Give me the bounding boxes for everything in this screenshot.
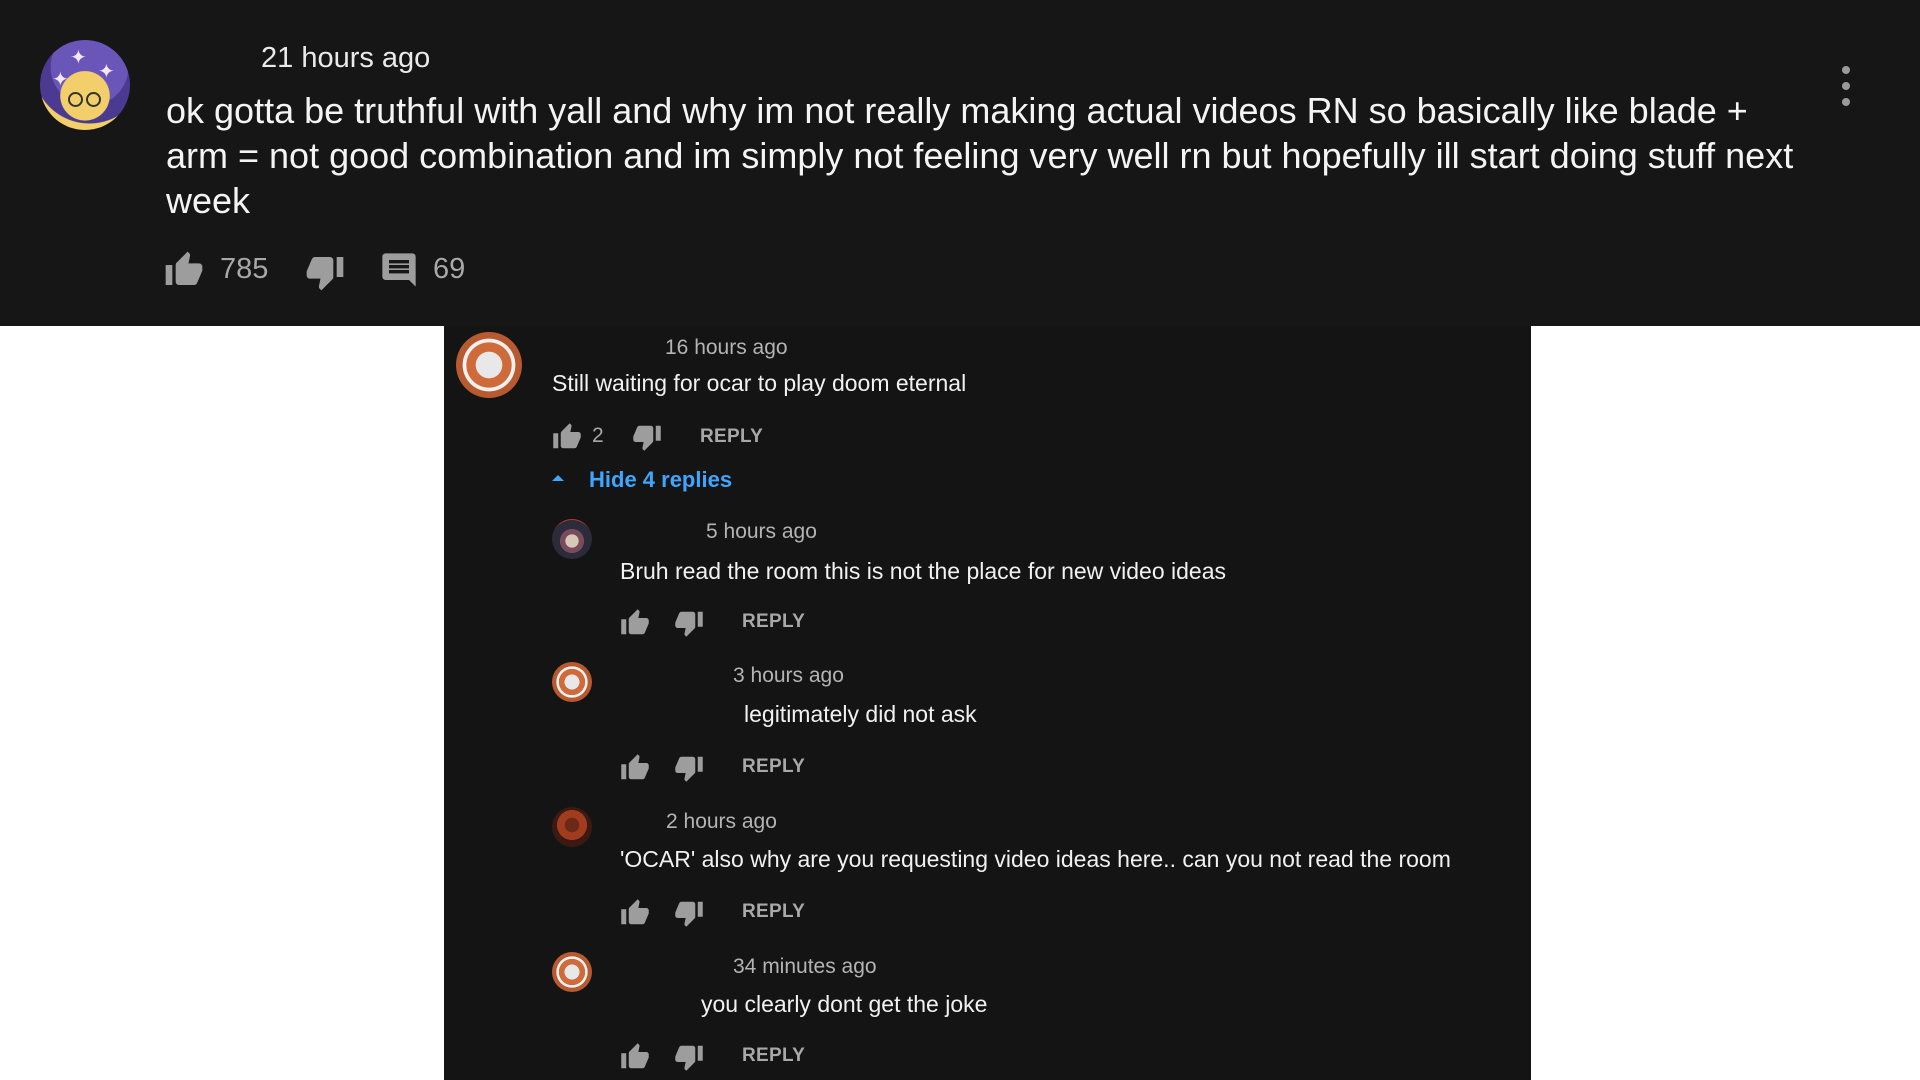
thumbs-up-icon bbox=[621, 1043, 649, 1069]
replies-button[interactable] bbox=[379, 250, 419, 295]
reply-text: legitimately did not ask bbox=[744, 701, 977, 727]
comment-count: 69 bbox=[433, 253, 466, 285]
comment-timestamp[interactable]: 21 hours ago bbox=[261, 42, 430, 75]
reply-text: you clearly dont get the joke bbox=[701, 991, 988, 1017]
like-button[interactable] bbox=[620, 898, 650, 933]
thumbs-down-icon bbox=[675, 611, 703, 637]
reply-button[interactable]: REPLY bbox=[742, 1045, 805, 1067]
avatar[interactable]: ✦ ✦ ✦ bbox=[40, 40, 130, 130]
like-button[interactable] bbox=[620, 1042, 650, 1077]
main-comment: ✦ ✦ ✦ 21 hours ago ok gotta be truthful … bbox=[0, 0, 1920, 326]
chevron-up-icon[interactable] bbox=[550, 470, 566, 486]
more-options-icon[interactable] bbox=[1834, 64, 1858, 110]
thumbs-up-icon bbox=[621, 754, 649, 780]
like-count: 2 bbox=[592, 424, 604, 447]
dislike-button[interactable] bbox=[674, 608, 704, 643]
reply-thread: 16 hours ago Still waiting for ocar to p… bbox=[444, 326, 1531, 1080]
thumbs-up-icon bbox=[165, 251, 203, 285]
reply-button[interactable]: REPLY bbox=[742, 901, 805, 923]
reply-timestamp[interactable]: 2 hours ago bbox=[666, 810, 777, 834]
like-button[interactable] bbox=[552, 422, 582, 457]
like-button[interactable] bbox=[620, 753, 650, 788]
dislike-button[interactable] bbox=[674, 753, 704, 788]
avatar[interactable] bbox=[552, 807, 592, 847]
avatar[interactable] bbox=[552, 952, 592, 992]
reply-timestamp[interactable]: 3 hours ago bbox=[733, 664, 844, 688]
dislike-button[interactable] bbox=[674, 1042, 704, 1077]
comment-text: ok gotta be truthful with yall and why i… bbox=[166, 90, 1794, 221]
like-count: 785 bbox=[220, 253, 269, 285]
comment-timestamp[interactable]: 16 hours ago bbox=[665, 336, 788, 360]
hide-replies-toggle[interactable]: Hide 4 replies bbox=[589, 467, 732, 493]
avatar[interactable] bbox=[552, 519, 592, 559]
comment-text: Still waiting for ocar to play doom eter… bbox=[552, 370, 967, 396]
reply-text: 'OCAR' also why are you requesting video… bbox=[620, 846, 1451, 872]
thumbs-up-icon bbox=[621, 899, 649, 925]
comment-icon bbox=[382, 253, 416, 287]
reply-timestamp[interactable]: 5 hours ago bbox=[706, 520, 817, 544]
thumbs-down-icon bbox=[306, 257, 344, 291]
thumbs-down-icon bbox=[675, 756, 703, 782]
reply-button[interactable]: REPLY bbox=[742, 756, 805, 778]
reply-button[interactable]: REPLY bbox=[700, 426, 763, 448]
reply-button[interactable]: REPLY bbox=[742, 611, 805, 633]
like-button[interactable] bbox=[164, 250, 204, 295]
avatar[interactable] bbox=[552, 662, 592, 702]
thumbs-up-icon bbox=[553, 423, 581, 449]
reply-timestamp[interactable]: 34 minutes ago bbox=[733, 955, 877, 979]
thumbs-down-icon bbox=[675, 901, 703, 927]
like-button[interactable] bbox=[620, 608, 650, 643]
reply-text: Bruh read the room this is not the place… bbox=[620, 558, 1227, 584]
dislike-button[interactable] bbox=[632, 422, 662, 457]
avatar[interactable] bbox=[456, 332, 522, 398]
thumbs-up-icon bbox=[621, 609, 649, 635]
dislike-button[interactable] bbox=[305, 252, 345, 297]
dislike-button[interactable] bbox=[674, 898, 704, 933]
thumbs-down-icon bbox=[675, 1045, 703, 1071]
thumbs-down-icon bbox=[633, 425, 661, 451]
